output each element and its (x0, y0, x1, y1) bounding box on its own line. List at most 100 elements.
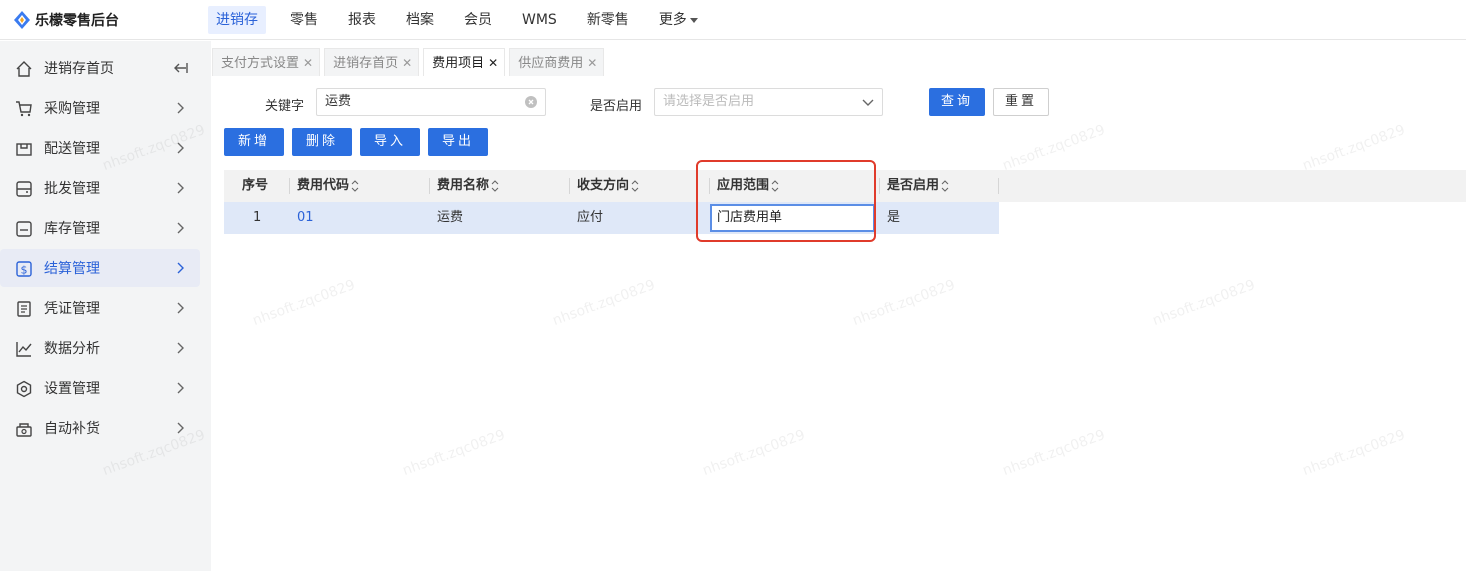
tab-payment-settings[interactable]: 支付方式设置 ✕ (212, 48, 321, 76)
wholesale-icon (16, 181, 32, 197)
cell-enabled: 是 (887, 210, 901, 225)
cell-index: 1 (253, 210, 262, 225)
home-icon (16, 61, 32, 77)
col-header-code[interactable]: 费用代码 (297, 170, 359, 202)
tab-label: 支付方式设置 (221, 56, 300, 71)
chevron-right-icon (177, 182, 184, 194)
enabled-select[interactable]: 请选择是否启用 (654, 88, 883, 116)
sidebar-item-wholesale[interactable]: 批发管理 (0, 169, 200, 207)
sidebar-item-label: 结算管理 (44, 261, 100, 277)
sidebar-item-delivery[interactable]: 配送管理 (0, 129, 200, 167)
close-icon[interactable]: ✕ (587, 56, 597, 70)
column-divider[interactable] (289, 178, 290, 194)
column-divider[interactable] (429, 178, 430, 194)
reset-button[interactable]: 重置 (993, 88, 1049, 116)
col-header-label: 费用名称 (437, 178, 490, 193)
column-divider[interactable] (569, 178, 570, 194)
chevron-right-icon (177, 422, 184, 434)
tab-supplier-expenses[interactable]: 供应商费用 ✕ (509, 48, 605, 76)
nav-more[interactable]: 更多 (659, 6, 698, 34)
export-button[interactable]: 导出 (428, 128, 488, 156)
dollar-icon: $ (16, 261, 32, 277)
column-divider[interactable] (879, 178, 880, 194)
import-button[interactable]: 导入 (360, 128, 420, 156)
col-header-label: 费用代码 (297, 178, 350, 193)
sidebar-item-label: 自动补货 (44, 421, 100, 437)
keyword-input[interactable]: 运费 (316, 88, 546, 116)
chevron-right-icon (177, 222, 184, 234)
col-header-enabled[interactable]: 是否启用 (887, 170, 949, 202)
chart-line-icon (16, 342, 32, 357)
sort-icon (351, 179, 359, 192)
cell-code[interactable]: 01 (297, 202, 314, 234)
add-button[interactable]: 新增 (224, 128, 284, 156)
sidebar-item-label: 凭证管理 (44, 301, 100, 317)
keyword-label: 关键字 (265, 99, 305, 114)
page-tabs: 支付方式设置 ✕ 进销存首页 ✕ 费用项目 ✕ 供应商费用 ✕ (212, 48, 605, 76)
table-row[interactable]: 1 01 运费 应付 门店费用单 是 (224, 202, 999, 234)
sidebar-item-label: 设置管理 (44, 381, 100, 397)
sort-icon (941, 179, 949, 192)
svg-text:$: $ (21, 264, 28, 277)
close-icon[interactable]: ✕ (402, 56, 412, 70)
sidebar-item-label: 库存管理 (44, 221, 100, 237)
cell-direction: 应付 (577, 210, 604, 225)
sidebar-item-label: 数据分析 (44, 341, 100, 357)
nav-archives[interactable]: 档案 (406, 6, 434, 34)
inventory-icon (16, 221, 32, 237)
watermark-text: nhsoft.zqc0829 (1300, 427, 1408, 479)
app-title: 乐檬零售后台 (35, 13, 119, 29)
sidebar-item-settings[interactable]: 设置管理 (0, 369, 200, 407)
sidebar-item-label: 配送管理 (44, 141, 100, 157)
watermark-text: nhsoft.zqc0829 (1150, 277, 1258, 329)
tab-inventory-home[interactable]: 进销存首页 ✕ (324, 48, 420, 76)
chevron-right-icon (177, 382, 184, 394)
settings-hexagon-icon (16, 380, 32, 398)
collapse-sidebar-icon[interactable] (172, 61, 188, 75)
cell-name: 运费 (437, 210, 464, 225)
tab-expense-items[interactable]: 费用项目 ✕ (423, 48, 506, 76)
delete-button[interactable]: 删除 (292, 128, 352, 156)
tab-label: 供应商费用 (518, 56, 584, 71)
query-button[interactable]: 查询 (929, 88, 985, 116)
nav-members[interactable]: 会员 (464, 6, 492, 34)
sidebar-item-inventory-home[interactable]: 进销存首页 (0, 49, 200, 87)
sidebar-item-label: 进销存首页 (44, 61, 114, 77)
nav-inventory[interactable]: 进销存 (208, 6, 266, 34)
logo-icon (14, 11, 30, 29)
nav-retail[interactable]: 零售 (290, 6, 318, 34)
watermark-text: nhsoft.zqc0829 (1000, 122, 1108, 174)
sidebar-item-voucher[interactable]: 凭证管理 (0, 289, 200, 327)
watermark-text: nhsoft.zqc0829 (700, 427, 808, 479)
col-header-direction[interactable]: 收支方向 (577, 170, 639, 202)
sidebar-item-analytics[interactable]: 数据分析 (0, 329, 200, 367)
watermark-text: nhsoft.zqc0829 (1300, 122, 1408, 174)
enabled-label: 是否启用 (590, 99, 643, 114)
sidebar-item-settlement[interactable]: $ 结算管理 (0, 249, 200, 287)
sidebar-item-purchase[interactable]: 采购管理 (0, 89, 200, 127)
sort-icon (491, 179, 499, 192)
app-logo[interactable]: 乐檬零售后台 (14, 10, 119, 30)
col-header-name[interactable]: 费用名称 (437, 170, 499, 202)
nav-wms[interactable]: WMS (522, 6, 557, 34)
watermark-text: nhsoft.zqc0829 (850, 277, 958, 329)
enabled-placeholder: 请选择是否启用 (663, 94, 755, 109)
sidebar-item-label: 采购管理 (44, 101, 100, 117)
column-divider[interactable] (998, 178, 999, 194)
col-header-label: 是否启用 (887, 178, 940, 193)
sidebar-item-inventory[interactable]: 库存管理 (0, 209, 200, 247)
main-nav: 进销存 零售 报表 档案 会员 WMS 新零售 更多 (208, 6, 728, 34)
sidebar: 进销存首页 采购管理 配送管理 批发管理 库存管理 $ 结算管理 凭证管理 数据… (0, 41, 211, 571)
nav-new-retail[interactable]: 新零售 (587, 6, 629, 34)
sidebar-item-auto-replenish[interactable]: 自动补货 (0, 409, 200, 447)
col-header-index: 序号 (242, 178, 269, 193)
watermark-text: nhsoft.zqc0829 (550, 277, 658, 329)
chevron-right-icon (177, 342, 184, 354)
watermark-text: nhsoft.zqc0829 (1000, 427, 1108, 479)
close-icon[interactable]: ✕ (488, 56, 498, 70)
close-icon[interactable]: ✕ (303, 56, 313, 70)
chevron-right-icon (177, 302, 184, 314)
nav-reports[interactable]: 报表 (348, 6, 376, 34)
clear-icon[interactable] (525, 96, 537, 108)
chevron-down-icon (862, 99, 874, 106)
